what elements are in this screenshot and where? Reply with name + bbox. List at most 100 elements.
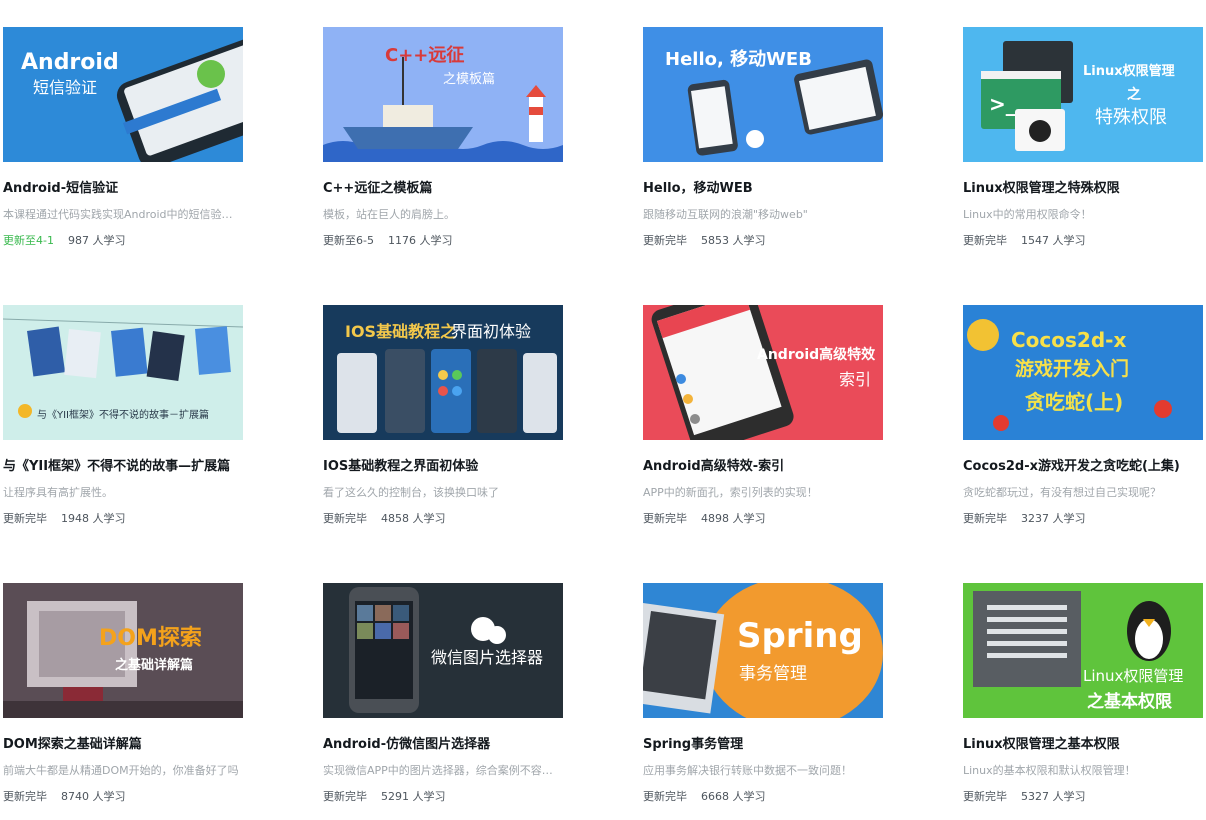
course-card-linux-special[interactable]: >_ Linux权限管理 之 特殊权限 Linux权限管理之特殊权限 Linux…	[960, 0, 1203, 247]
wechat-phone-illustration: 微信图片选择器	[323, 583, 563, 718]
android-phone-illustration: Android 短信验证	[3, 27, 243, 162]
course-description: 贪吃蛇都玩过，有没有想过自己实现呢？	[963, 486, 1161, 499]
course-thumbnail[interactable]: Android 短信验证	[3, 27, 243, 162]
devices-illustration: Hello, 移动WEB	[643, 27, 883, 162]
course-description: 前端大牛都是从精通DOM开始的，你准备好了吗	[3, 764, 239, 777]
learner-count: 1948 人学习	[61, 512, 126, 525]
update-status: 更新完毕	[3, 790, 47, 803]
course-meta: 更新完毕 5291 人学习	[323, 789, 446, 805]
course-card-wechat-picker[interactable]: 微信图片选择器 Android-仿微信图片选择器 实现微信APP中的图片选择器，…	[320, 556, 563, 803]
course-thumbnail[interactable]: Cocos2d-x 游戏开发入门 贪吃蛇(上)	[963, 305, 1203, 440]
course-meta: 更新完毕 8740 人学习	[3, 789, 126, 805]
course-card-cocos-snake[interactable]: Cocos2d-x 游戏开发入门 贪吃蛇(上) Cocos2d-x游戏开发之贪吃…	[960, 278, 1203, 525]
course-card-android-index[interactable]: Android高级特效 索引 Android高级特效-索引 APP中的新面孔，索…	[640, 278, 883, 525]
svg-text:Hello, 移动WEB: Hello, 移动WEB	[665, 48, 812, 70]
svg-text:贪吃蛇(上): 贪吃蛇(上)	[1025, 390, 1123, 414]
course-title[interactable]: Cocos2d-x游戏开发之贪吃蛇(上集)	[963, 458, 1203, 476]
course-card-linux-basic[interactable]: Linux权限管理 之基本权限 Linux权限管理之基本权限 Linux的基本权…	[960, 556, 1203, 803]
svg-text:索引: 索引	[839, 370, 871, 389]
update-status: 更新完毕	[643, 790, 687, 803]
update-status: 更新完毕	[963, 512, 1007, 525]
course-title[interactable]: Android-仿微信图片选择器	[323, 736, 563, 754]
course-title[interactable]: 与《YII框架》不得不说的故事—扩展篇	[3, 458, 243, 476]
update-status: 更新完毕	[963, 234, 1007, 247]
course-description: Linux中的常用权限命令！	[963, 208, 1092, 221]
update-status: 更新完毕	[3, 512, 47, 525]
course-thumbnail[interactable]: DOM探索 之基础详解篇	[3, 583, 243, 718]
course-thumbnail[interactable]: 微信图片选择器	[323, 583, 563, 718]
course-card-yii-extension[interactable]: 与《YII框架》不得不说的故事－扩展篇 与《YII框架》不得不说的故事—扩展篇 …	[0, 278, 243, 525]
svg-text:Android高级特效: Android高级特效	[757, 346, 876, 363]
course-card-cpp-template[interactable]: C++远征 之模板篇 C++远征之模板篇 模板，站在巨人的肩膀上。 更新至6-5…	[320, 0, 563, 247]
course-meta: 更新完毕 6668 人学习	[643, 789, 766, 805]
course-meta: 更新完毕 4858 人学习	[323, 511, 446, 527]
svg-text:Cocos2d-x: Cocos2d-x	[1011, 328, 1126, 352]
learner-count: 1547 人学习	[1021, 234, 1086, 247]
update-status: 更新完毕	[323, 512, 367, 525]
learner-count: 8740 人学习	[61, 790, 126, 803]
course-title[interactable]: DOM探索之基础详解篇	[3, 736, 243, 754]
course-meta: 更新完毕 5327 人学习	[963, 789, 1086, 805]
course-thumbnail[interactable]: Spring 事务管理	[643, 583, 883, 718]
svg-text:Linux权限管理: Linux权限管理	[1083, 63, 1175, 79]
course-thumbnail[interactable]: C++远征 之模板篇	[323, 27, 563, 162]
course-meta: 更新完毕 4898 人学习	[643, 511, 766, 527]
course-title[interactable]: Spring事务管理	[643, 736, 883, 754]
hanging-cards-illustration: 与《YII框架》不得不说的故事－扩展篇	[3, 305, 243, 440]
course-description: APP中的新面孔，索引列表的实现！	[643, 486, 818, 499]
course-title[interactable]: Linux权限管理之特殊权限	[963, 180, 1203, 198]
svg-text:之: 之	[1127, 86, 1141, 103]
svg-text:微信图片选择器: 微信图片选择器	[431, 648, 543, 667]
course-meta: 更新完毕 3237 人学习	[963, 511, 1086, 527]
course-thumbnail[interactable]: >_ Linux权限管理 之 特殊权限	[963, 27, 1203, 162]
svg-text:之基础详解篇: 之基础详解篇	[115, 657, 193, 673]
course-meta: 更新完毕 1948 人学习	[3, 511, 126, 527]
learner-count: 4858 人学习	[381, 512, 446, 525]
course-title[interactable]: Hello，移动WEB	[643, 180, 883, 198]
svg-text:特殊权限: 特殊权限	[1095, 107, 1167, 128]
course-description: 看了这么久的控制台，该换换口味了	[323, 486, 499, 499]
course-meta: 更新完毕 1547 人学习	[963, 233, 1086, 249]
learner-count: 5327 人学习	[1021, 790, 1086, 803]
course-thumbnail[interactable]: Android高级特效 索引	[643, 305, 883, 440]
course-description: 跟随移动互联网的浪潮"移动web"	[643, 208, 808, 221]
course-card-android-sms[interactable]: Android 短信验证 Android-短信验证 本课程通过代码实践实现And…	[0, 0, 243, 247]
course-title[interactable]: IOS基础教程之界面初体验	[323, 458, 563, 476]
dom-stage-illustration: DOM探索 之基础详解篇	[3, 583, 243, 718]
course-card-ios-basics[interactable]: IOS基础教程之 界面初体验 IOS基础教程之界面初体验 看了这么久的控制台，该…	[320, 278, 563, 525]
svg-text:Spring: Spring	[737, 616, 863, 656]
course-title[interactable]: Linux权限管理之基本权限	[963, 736, 1203, 754]
laptop-illustration: Spring 事务管理	[643, 583, 883, 718]
course-thumbnail[interactable]: Linux权限管理 之基本权限	[963, 583, 1203, 718]
terminal-illustration: >_ Linux权限管理 之 特殊权限	[963, 27, 1203, 162]
update-status: 更新完毕	[963, 790, 1007, 803]
svg-text:之基本权限: 之基本权限	[1087, 691, 1172, 712]
learner-count: 3237 人学习	[1021, 512, 1086, 525]
course-meta: 更新至6-5 1176 人学习	[323, 233, 452, 249]
learner-count: 5853 人学习	[701, 234, 766, 247]
svg-text:Android: Android	[21, 50, 119, 75]
course-thumbnail[interactable]: Hello, 移动WEB	[643, 27, 883, 162]
update-status: 更新完毕	[643, 512, 687, 525]
course-description: 实现微信APP中的图片选择器，综合案例不容错过	[323, 764, 563, 777]
course-meta: 更新完毕 5853 人学习	[643, 233, 766, 249]
course-title[interactable]: C++远征之模板篇	[323, 180, 563, 198]
learner-count: 4898 人学习	[701, 512, 766, 525]
course-card-spring-transactions[interactable]: Spring 事务管理 Spring事务管理 应用事务解决银行转账中数据不一致问…	[640, 556, 883, 803]
learner-count: 987 人学习	[67, 234, 126, 247]
course-title[interactable]: Android-短信验证	[3, 180, 243, 198]
course-title[interactable]: Android高级特效-索引	[643, 458, 883, 476]
course-card-dom-basics[interactable]: DOM探索 之基础详解篇 DOM探索之基础详解篇 前端大牛都是从精通DOM开始的…	[0, 556, 243, 803]
course-thumbnail[interactable]: 与《YII框架》不得不说的故事－扩展篇	[3, 305, 243, 440]
ios-screens-illustration: IOS基础教程之 界面初体验	[323, 305, 563, 440]
svg-text:DOM探索: DOM探索	[99, 625, 202, 651]
update-status: 更新至6-5	[323, 234, 374, 247]
ship-illustration: C++远征 之模板篇	[323, 27, 563, 162]
android-list-illustration: Android高级特效 索引	[643, 305, 883, 440]
svg-text:游戏开发入门: 游戏开发入门	[1015, 357, 1129, 380]
svg-text:短信验证: 短信验证	[33, 78, 97, 97]
update-status: 更新完毕	[323, 790, 367, 803]
course-card-mobile-web[interactable]: Hello, 移动WEB Hello，移动WEB 跟随移动互联网的浪潮"移动we…	[640, 0, 883, 247]
update-status: 更新至4-1	[3, 234, 54, 247]
course-thumbnail[interactable]: IOS基础教程之 界面初体验	[323, 305, 563, 440]
